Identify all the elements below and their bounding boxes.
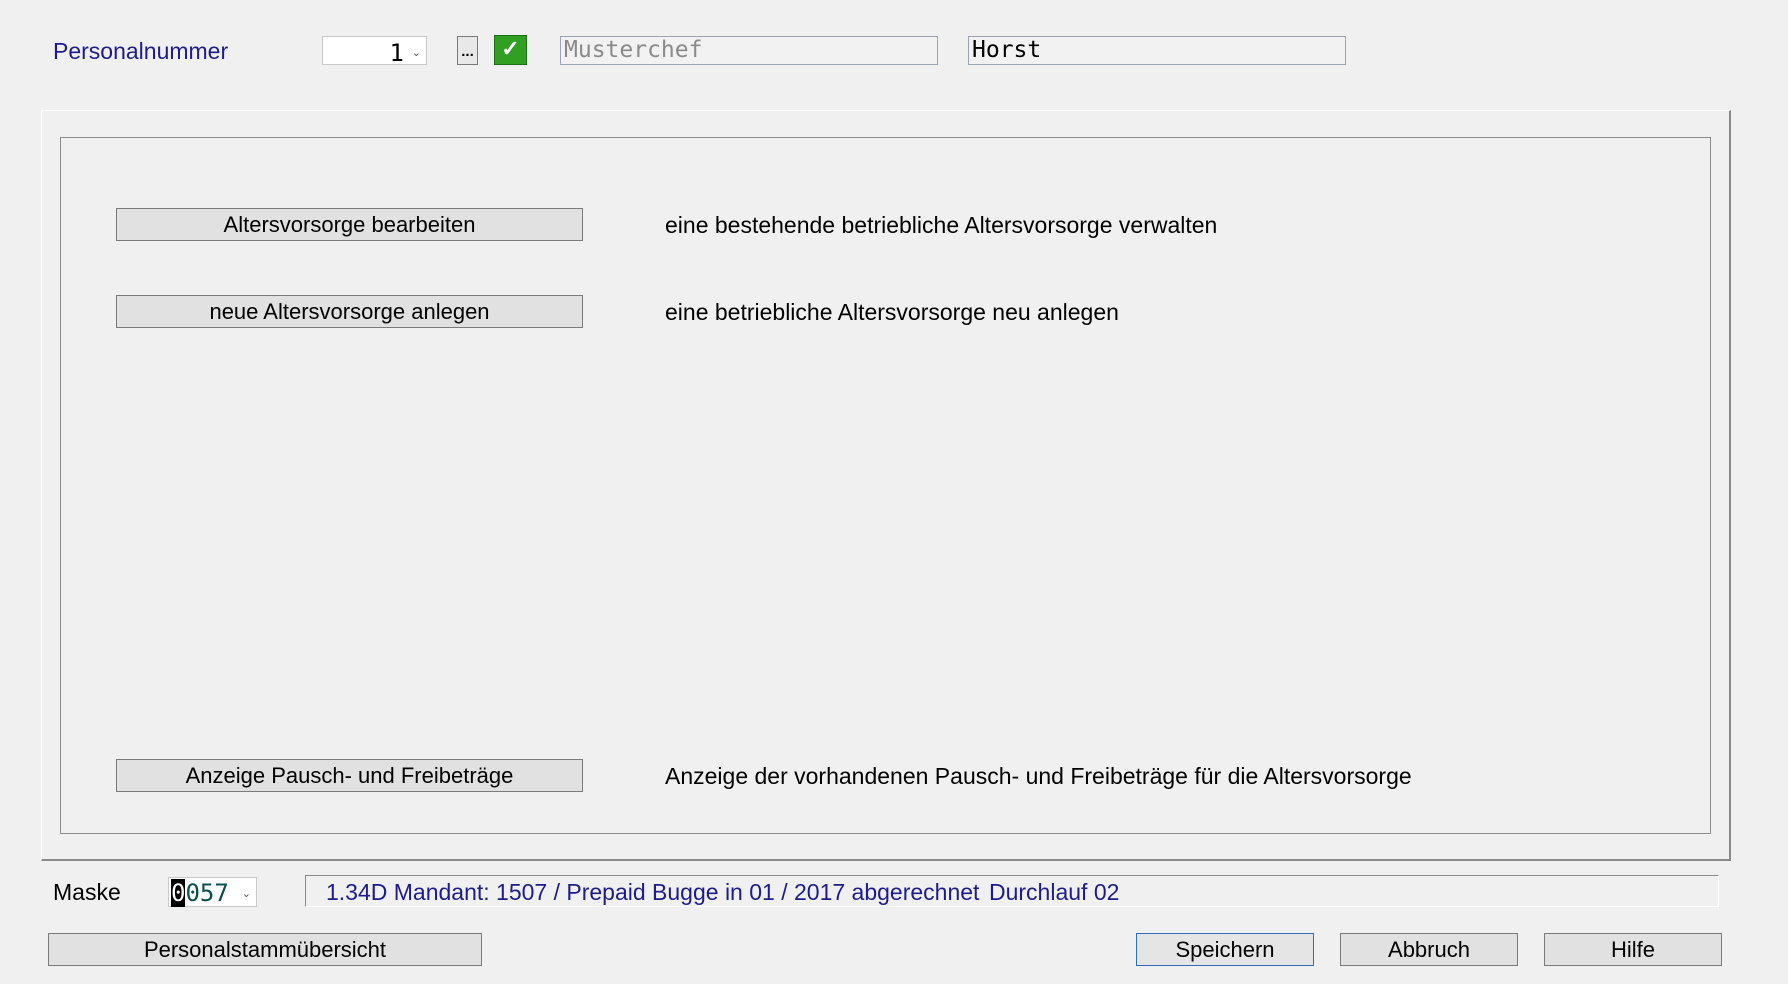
maske-combo[interactable]: 0057 ⌄ [168, 877, 257, 907]
confirm-button[interactable]: ✓ [494, 35, 527, 65]
altersvorsorge-bearbeiten-button[interactable]: Altersvorsorge bearbeiten [116, 208, 583, 241]
neue-altersvorsorge-button[interactable]: neue Altersvorsorge anlegen [116, 295, 583, 328]
personalnummer-value: 1 [389, 39, 404, 67]
cancel-label: Abbruch [1388, 937, 1470, 962]
help-button[interactable]: Hilfe [1544, 933, 1722, 966]
window: { "header": { "personalnummer_label": "P… [0, 0, 1788, 984]
personalnummer-label: Personalnummer [53, 38, 229, 64]
altersvorsorge-bearbeiten-label: Altersvorsorge bearbeiten [223, 212, 476, 237]
status-bar: 1.34D Mandant: 1507 / Prepaid Bugge in 0… [305, 875, 1719, 907]
maske-label: Maske [53, 879, 121, 905]
neue-altersvorsorge-label: neue Altersvorsorge anlegen [209, 299, 490, 324]
chevron-down-icon[interactable]: ⌄ [412, 46, 421, 59]
nachname-field[interactable]: Musterchef [560, 36, 938, 65]
lookup-button[interactable]: ... [457, 36, 478, 65]
personalnummer-combo[interactable]: 1 ⌄ [322, 36, 427, 67]
pausch-freibetraege-label: Anzeige Pausch- und Freibeträge [185, 763, 514, 788]
pausch-freibetraege-button[interactable]: Anzeige Pausch- und Freibeträge [116, 759, 583, 792]
action-group [60, 137, 1711, 834]
personalstamm-uebersicht-button[interactable]: Personalstammübersicht [48, 933, 482, 966]
maske-cursor-char: 0 [171, 879, 186, 907]
check-icon: ✓ [501, 36, 520, 61]
maske-value: 057 [185, 879, 229, 907]
vorname-field[interactable]: Horst [968, 36, 1346, 65]
help-label: Hilfe [1610, 937, 1655, 962]
personalstamm-uebersicht-label: Personalstammübersicht [143, 937, 387, 962]
cancel-button[interactable]: Abbruch [1340, 933, 1518, 966]
altersvorsorge-bearbeiten-description: eine bestehende betriebliche Altersvorso… [665, 212, 1218, 238]
pausch-freibetraege-description: Anzeige der vorhandenen Pausch- und Frei… [665, 763, 1412, 789]
neue-altersvorsorge-description: eine betriebliche Altersvorsorge neu anl… [665, 299, 1119, 325]
save-button[interactable]: Speichern [1136, 933, 1314, 966]
durchlauf-text: Durchlauf 02 [989, 879, 1120, 905]
save-label: Speichern [1175, 937, 1275, 962]
chevron-down-icon[interactable]: ⌄ [242, 887, 251, 900]
status-text: 1.34D Mandant: 1507 / Prepaid Bugge in 0… [326, 879, 980, 905]
